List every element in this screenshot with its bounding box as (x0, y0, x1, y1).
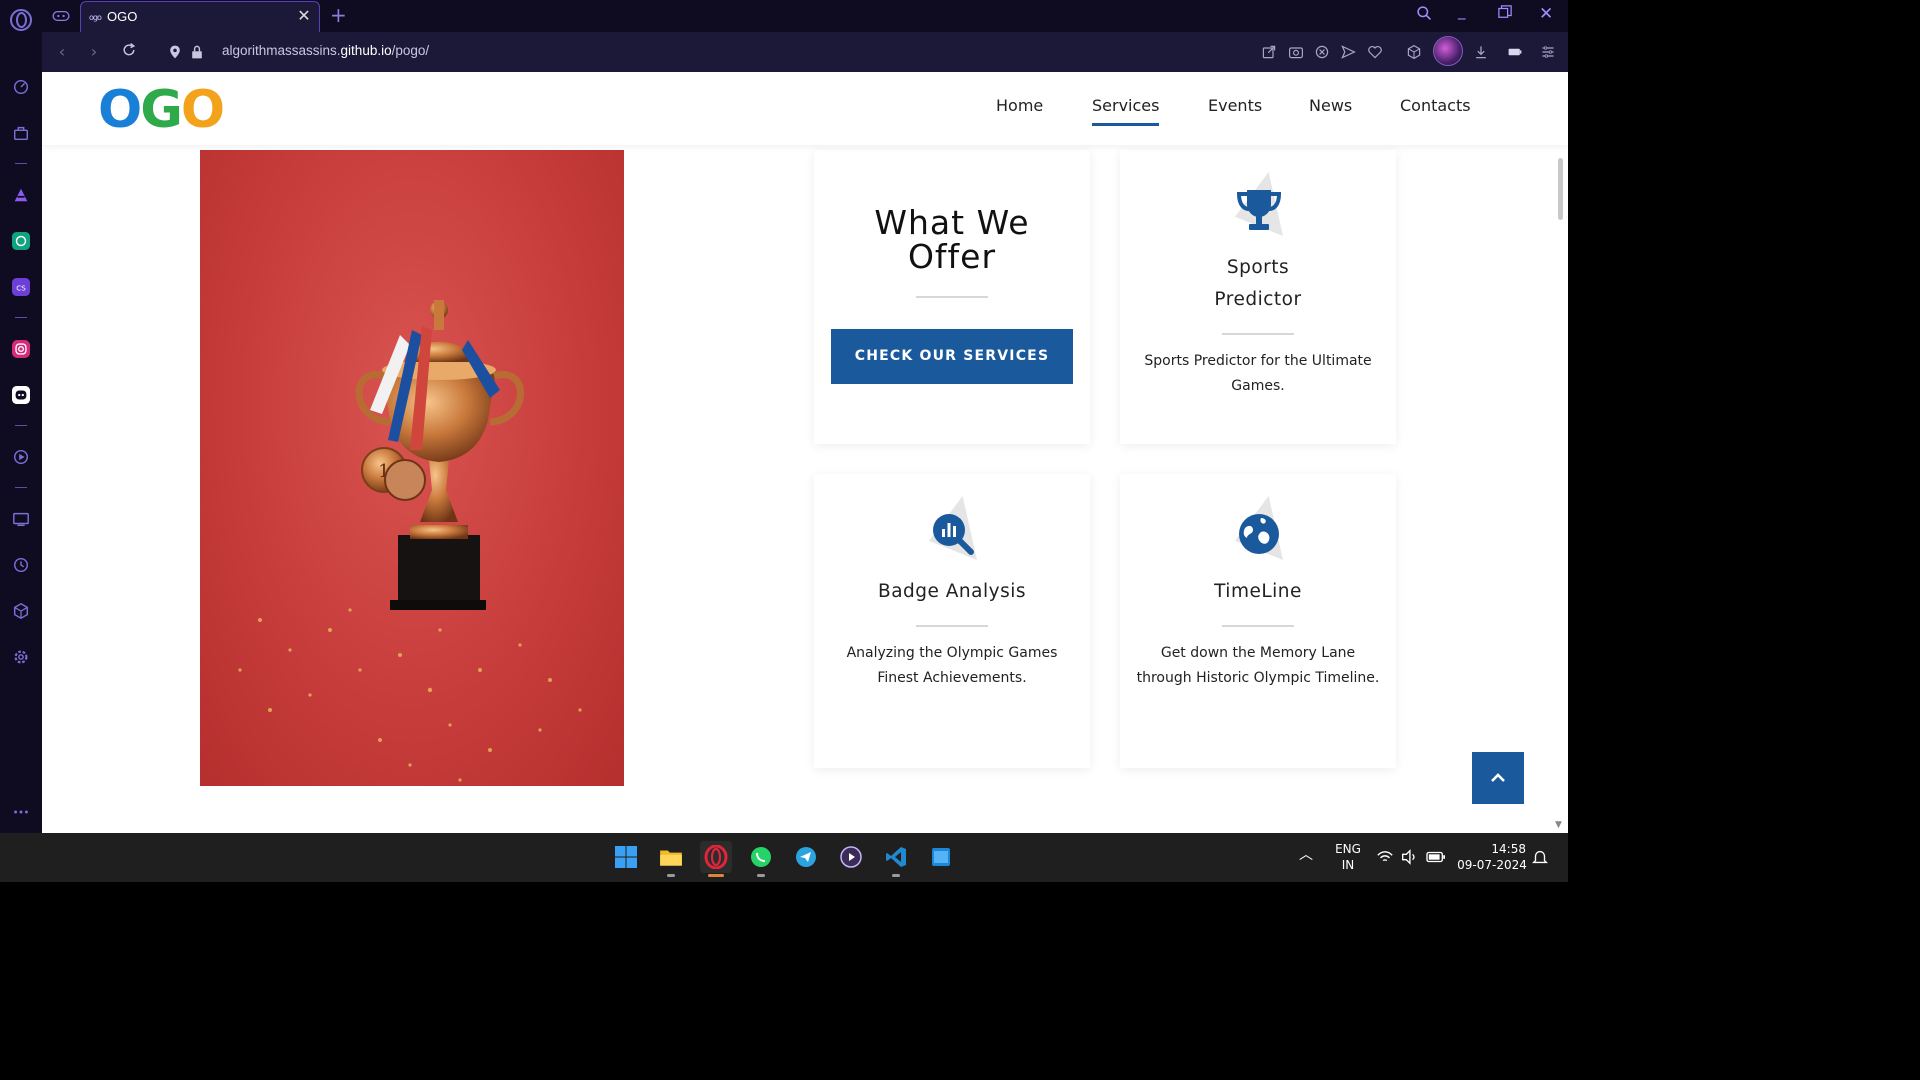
forward-icon[interactable]: › (84, 42, 104, 62)
opera-taskbar-icon[interactable] (700, 841, 732, 877)
battery-saver-icon[interactable] (1505, 42, 1525, 62)
sidebar-divider (15, 163, 27, 164)
telegram-icon[interactable] (790, 841, 822, 873)
opera-menu-icon[interactable] (10, 9, 32, 31)
favicon-icon: ogo (89, 13, 102, 22)
service-card-badge-analysis[interactable]: Badge Analysis Analyzing the Olympic Gam… (814, 474, 1090, 768)
card-title: TimeLine (1214, 581, 1302, 602)
workspace-icon[interactable] (50, 6, 72, 26)
start-icon[interactable] (610, 841, 642, 873)
card-text: Analyzing the Olympic Games Finest Achie… (846, 645, 1058, 686)
page-viewport: OGO Home Services Events News Contacts 1… (42, 72, 1568, 833)
location-pin-icon[interactable] (165, 42, 185, 62)
snapshot-icon[interactable] (1286, 42, 1306, 62)
nav-services[interactable]: Services (1092, 96, 1160, 126)
adblock-icon[interactable] (1312, 42, 1332, 62)
search-tabs-icon[interactable] (1416, 5, 1433, 26)
svg-text:CS: CS (16, 284, 26, 293)
chevron-up-icon (1491, 773, 1505, 782)
file-explorer-icon[interactable] (655, 841, 687, 877)
media-player-icon[interactable] (835, 841, 867, 873)
card-text: Sports Predictor for the Ultimate Games. (1144, 353, 1372, 394)
send-icon[interactable] (1338, 42, 1358, 62)
chatgpt-icon[interactable] (10, 230, 32, 252)
restore-icon[interactable] (1498, 5, 1512, 23)
trophy-photo: 1 (200, 150, 624, 786)
music-player-icon[interactable] (10, 446, 32, 468)
service-card-sports-predictor[interactable]: Sports Predictor Sports Predictor for th… (1120, 150, 1396, 444)
close-tab-icon[interactable]: ✕ (295, 7, 313, 25)
tabs-icon[interactable] (10, 508, 32, 530)
store-app-icon[interactable] (925, 841, 957, 873)
offer-title: What We Offer (874, 203, 1030, 276)
settings-icon[interactable] (10, 646, 32, 668)
tab-ogo[interactable]: ogo OGO ✕ (80, 1, 320, 32)
globe-icon (1239, 514, 1279, 554)
card-text: Get down the Memory Lane through Histori… (1136, 645, 1380, 686)
new-tab-icon[interactable]: + (330, 3, 347, 27)
instagram-icon[interactable] (10, 338, 32, 360)
volume-icon[interactable] (1400, 848, 1418, 870)
vscode-icon[interactable] (880, 841, 912, 877)
offer-card: What We Offer CHECK OUR SERVICES (814, 150, 1090, 444)
wifi-icon[interactable] (1376, 848, 1394, 870)
address-bar: ‹ › algorithmassassins.github.io/pogo/ (42, 32, 1568, 72)
share-icon[interactable] (1259, 42, 1279, 62)
tab-bar: ogo OGO ✕ + _ ✕ (42, 0, 1568, 32)
language-indicator[interactable]: ENG IN (1330, 841, 1366, 873)
card-title: Sports Predictor (1214, 257, 1302, 310)
whatsapp-icon[interactable] (745, 841, 777, 877)
sidebar-divider (15, 317, 27, 318)
chart-search-icon (933, 514, 974, 555)
nav-contacts[interactable]: Contacts (1400, 96, 1471, 115)
history-icon[interactable] (10, 554, 32, 576)
ogo-logo[interactable]: OGO (98, 84, 225, 136)
trophy-icon (1236, 190, 1282, 230)
aria-ai-icon[interactable] (10, 184, 32, 206)
reload-icon[interactable] (119, 42, 139, 62)
bookmark-heart-icon[interactable] (1365, 42, 1385, 62)
lock-icon[interactable] (187, 42, 207, 62)
check-services-button[interactable]: CHECK OUR SERVICES (831, 329, 1073, 384)
clock[interactable]: 14:58 09-07-2024 (1454, 841, 1530, 873)
close-window-icon[interactable]: ✕ (1539, 4, 1553, 24)
scrollbar[interactable]: ▲ ▼ (1553, 72, 1568, 833)
url-field[interactable]: algorithmassassins.github.io/pogo/ (222, 43, 429, 58)
nav-news[interactable]: News (1309, 96, 1352, 115)
minimize-icon[interactable]: _ (1458, 2, 1466, 20)
scroll-down-icon[interactable]: ▼ (1555, 820, 1562, 830)
extensions-icon[interactable] (10, 600, 32, 622)
discord-icon[interactable] (10, 384, 32, 406)
sidebar-divider (15, 487, 27, 488)
back-icon[interactable]: ‹ (52, 42, 72, 62)
profile-avatar[interactable] (1433, 36, 1463, 66)
nav-events[interactable]: Events (1208, 96, 1262, 115)
download-icon[interactable] (1471, 42, 1491, 62)
sidebar-divider (15, 425, 27, 426)
extensions-cube-icon[interactable] (1404, 42, 1424, 62)
tab-title: OGO (107, 9, 138, 24)
battery-icon[interactable] (1426, 848, 1446, 870)
site-header: OGO Home Services Events News Contacts (42, 72, 1568, 145)
card-title: Badge Analysis (878, 581, 1026, 602)
easy-setup-icon[interactable] (1538, 42, 1558, 62)
chatsonic-icon[interactable]: CS (10, 276, 32, 298)
tray-overflow-icon[interactable]: ︿ (1299, 847, 1313, 863)
scroll-thumb[interactable] (1558, 158, 1563, 220)
back-to-top-button[interactable] (1472, 752, 1524, 804)
speed-dial-icon[interactable] (10, 76, 32, 98)
shopping-icon[interactable] (10, 122, 32, 144)
nav-home[interactable]: Home (996, 96, 1043, 115)
notifications-icon[interactable] (1531, 848, 1549, 870)
service-card-timeline[interactable]: TimeLine Get down the Memory Lane throug… (1120, 474, 1396, 768)
more-icon[interactable] (10, 801, 32, 823)
taskbar: ︿ ENG IN 14:58 09-07-2024 (0, 833, 1568, 882)
